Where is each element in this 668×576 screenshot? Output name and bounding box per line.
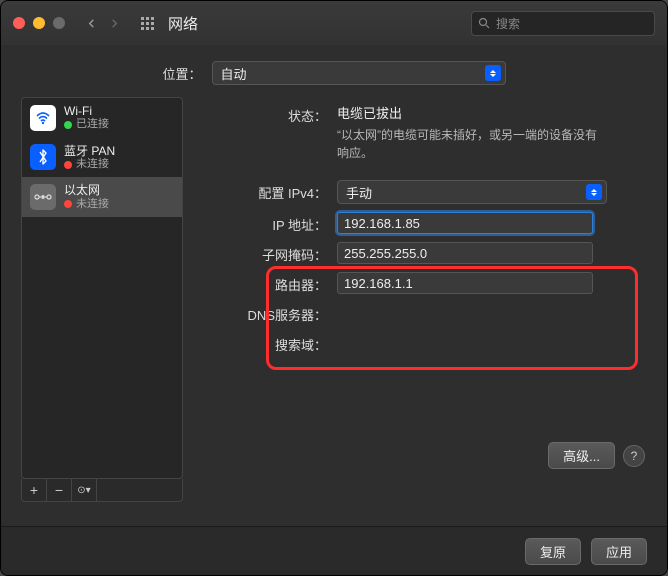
wifi-icon <box>30 105 56 131</box>
status-dot-icon <box>64 200 72 208</box>
window-title: 网络 <box>168 13 198 34</box>
location-select[interactable]: 自动 <box>212 61 506 85</box>
advanced-button[interactable]: 高级... <box>548 442 615 469</box>
status-value: 电缆已拔出 <box>337 103 647 122</box>
config-ipv4-label: 配置 IPv4： <box>197 180 337 202</box>
maximize-button[interactable] <box>53 17 65 29</box>
footer: 复原 应用 <box>1 526 667 575</box>
ip-address-field[interactable] <box>337 212 593 234</box>
network-name: Wi-Fi <box>64 104 109 118</box>
sidebar-item-bluetooth-pan[interactable]: 蓝牙 PAN 未连接 <box>22 138 182 178</box>
ip-address-label: IP 地址： <box>197 212 337 234</box>
location-value: 自动 <box>221 64 247 83</box>
status-message: “以太网”的电缆可能未插好，或另一端的设备没有响应。 <box>337 126 607 162</box>
close-button[interactable] <box>13 17 25 29</box>
network-sidebar: Wi-Fi 已连接 蓝牙 PAN 未连接 <box>21 97 183 502</box>
apply-button[interactable]: 应用 <box>591 538 647 565</box>
dropdown-caret-icon <box>485 65 501 81</box>
dns-server-label: DNS服务器： <box>197 302 337 324</box>
status-label: 状态： <box>197 103 337 125</box>
search-placeholder: 搜索 <box>496 15 520 32</box>
location-label: 位置： <box>162 64 201 83</box>
search-field[interactable]: 搜索 <box>471 11 655 36</box>
search-domain-label: 搜索域： <box>197 332 337 354</box>
router-label: 路由器： <box>197 272 337 294</box>
subnet-mask-label: 子网掩码： <box>197 242 337 264</box>
minimize-button[interactable] <box>33 17 45 29</box>
config-ipv4-select[interactable]: 手动 <box>337 180 607 204</box>
bluetooth-icon <box>30 144 56 170</box>
back-button[interactable] <box>87 19 96 28</box>
network-status: 未连接 <box>76 158 109 171</box>
help-button[interactable]: ? <box>623 445 645 467</box>
network-status: 已连接 <box>76 118 109 131</box>
revert-button[interactable]: 复原 <box>525 538 581 565</box>
sidebar-item-ethernet[interactable]: 以太网 未连接 <box>22 177 182 217</box>
config-ipv4-value: 手动 <box>346 183 372 202</box>
location-row: 位置： 自动 <box>1 45 667 97</box>
router-field[interactable] <box>337 272 593 294</box>
network-name: 以太网 <box>64 183 109 197</box>
network-status: 未连接 <box>76 198 109 211</box>
ethernet-icon <box>30 184 56 210</box>
search-icon <box>478 17 490 29</box>
dropdown-caret-icon <box>586 184 602 200</box>
nav-arrows <box>87 19 119 28</box>
status-dot-icon <box>64 161 72 169</box>
network-preferences-window: 网络 搜索 位置： 自动 Wi-Fi <box>0 0 668 576</box>
forward-button[interactable] <box>110 19 119 28</box>
sidebar-item-wifi[interactable]: Wi-Fi 已连接 <box>22 98 182 138</box>
add-network-button[interactable]: + <box>22 479 47 501</box>
network-options-button[interactable]: ⊙▾ <box>72 479 97 501</box>
status-dot-icon <box>64 121 72 129</box>
subnet-mask-field[interactable] <box>337 242 593 264</box>
window-controls <box>13 17 65 29</box>
titlebar: 网络 搜索 <box>1 1 667 46</box>
remove-network-button[interactable]: − <box>47 479 72 501</box>
network-list: Wi-Fi 已连接 蓝牙 PAN 未连接 <box>21 97 183 479</box>
show-all-icon[interactable] <box>141 17 154 30</box>
list-tools: + − ⊙▾ <box>21 479 183 502</box>
network-name: 蓝牙 PAN <box>64 144 115 158</box>
